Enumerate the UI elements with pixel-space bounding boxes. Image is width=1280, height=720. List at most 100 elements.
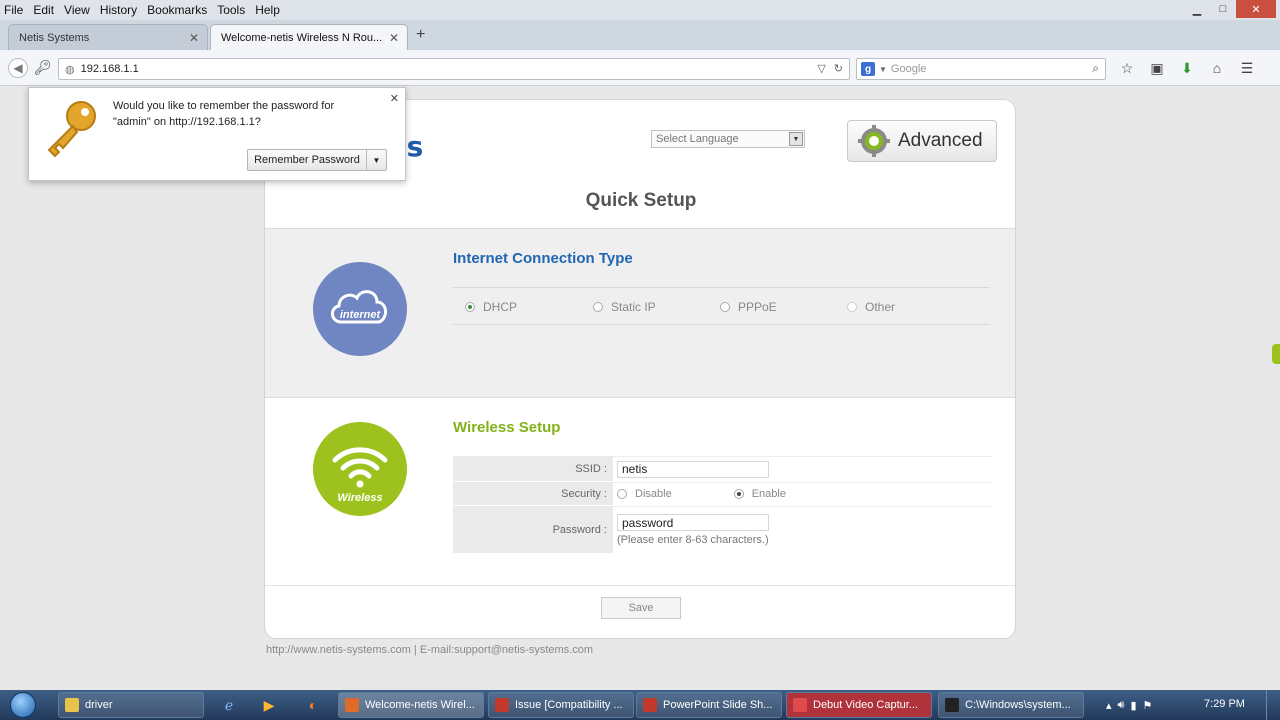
new-tab-icon[interactable]: +	[416, 26, 425, 44]
taskbar-item-cmd[interactable]: C:\Windows\system...	[938, 692, 1084, 718]
document-icon	[495, 698, 509, 712]
password-row: Password : password (Please enter 8-63 c…	[453, 506, 993, 554]
menu-file[interactable]: File	[4, 3, 23, 17]
radio-label: Other	[865, 300, 896, 314]
radio-label: Static IP	[611, 300, 656, 314]
download-icon[interactable]: ⬇	[1176, 58, 1198, 78]
tab-netis-systems[interactable]: Netis Systems ✕	[8, 24, 208, 50]
search-bar[interactable]: g ▼ Google ⌕	[856, 58, 1106, 80]
back-arrow-icon[interactable]: ◀	[8, 58, 28, 78]
minimize-icon[interactable]: ▁	[1184, 0, 1210, 18]
show-desktop-button[interactable]	[1266, 690, 1280, 720]
dropdown-icon[interactable]: ▽	[817, 62, 825, 75]
side-indicator	[1272, 344, 1280, 364]
page-title: Quick Setup	[585, 190, 697, 211]
close-tab-icon[interactable]: ✕	[389, 31, 399, 45]
flag-icon[interactable]: ⚑	[1143, 699, 1153, 712]
radio-button[interactable]	[847, 302, 857, 312]
radio-label: DHCP	[483, 300, 518, 314]
taskbar-item-driver[interactable]: driver	[58, 692, 204, 718]
taskbar-item-debut[interactable]: Debut Video Captur...	[786, 692, 932, 718]
radio-other[interactable]: Other	[847, 300, 895, 314]
close-window-icon[interactable]: ✕	[1236, 0, 1276, 18]
ssid-row: SSID : netis	[453, 456, 993, 482]
start-button[interactable]	[4, 690, 42, 720]
google-icon[interactable]: g	[861, 62, 875, 76]
taskbar-item-label: Issue [Compatibility ...	[515, 699, 623, 711]
menu-view[interactable]: View	[64, 3, 90, 17]
remember-password-button[interactable]: Remember Password ▼	[247, 149, 387, 171]
menu-help[interactable]: Help	[255, 3, 280, 17]
media-player-icon[interactable]: ▶	[258, 694, 280, 716]
key-icon[interactable]: 🔑︎	[34, 59, 52, 76]
save-button[interactable]: Save	[601, 597, 681, 619]
powerpoint-icon	[643, 698, 657, 712]
password-hint: (Please enter 8-63 characters.)	[617, 534, 769, 546]
console-icon	[945, 698, 959, 712]
menu-history[interactable]: History	[100, 3, 137, 17]
tab-welcome-netis[interactable]: Welcome-netis Wireless N Rou... ✕	[210, 24, 408, 50]
maximize-icon[interactable]: □	[1210, 0, 1236, 18]
radio-label: PPPoE	[738, 300, 777, 314]
radio-enable[interactable]	[733, 489, 744, 499]
firefox-icon[interactable]: ◐	[302, 694, 324, 716]
internet-section: internet Internet Connection Type DHCP S…	[265, 228, 1015, 398]
radio-disable[interactable]	[617, 489, 627, 499]
wireless-heading: Wireless Setup	[453, 419, 561, 436]
clipboard-icon[interactable]: ▣	[1146, 58, 1168, 78]
radio-button[interactable]	[720, 302, 730, 312]
taskbar-item-label: C:\Windows\system...	[965, 699, 1071, 711]
navigation-bar: ◀ 🔑︎ ◍ 192.168.1.1 ▽ ↻ g ▼ Google ⌕ ☆ ▣ …	[0, 50, 1280, 86]
close-tab-icon[interactable]: ✕	[189, 31, 199, 45]
radio-label: Enable	[751, 488, 786, 500]
taskbar-item-issue[interactable]: Issue [Compatibility ...	[488, 692, 634, 718]
tray-expand-icon[interactable]: ▴	[1106, 699, 1112, 712]
advanced-button[interactable]: Advanced	[847, 120, 997, 162]
wireless-icon-label: Wireless	[337, 492, 382, 504]
chevron-down-icon[interactable]: ▼	[789, 132, 803, 146]
reload-icon[interactable]: ↻	[834, 62, 843, 75]
password-label: Password :	[453, 506, 613, 553]
folder-icon	[65, 698, 79, 712]
home-icon[interactable]: ⌂	[1206, 58, 1228, 78]
bookmark-star-icon[interactable]: ☆	[1116, 58, 1138, 78]
popup-message-line: Would you like to remember the password …	[113, 100, 335, 112]
taskbar-item-label: Welcome-netis Wirel...	[365, 699, 475, 711]
menu-icon[interactable]: ☰	[1236, 58, 1258, 78]
taskbar-item-firefox[interactable]: Welcome-netis Wirel...	[338, 692, 484, 718]
ie-icon[interactable]: ℯ	[218, 694, 240, 716]
ssid-input[interactable]: netis	[617, 460, 769, 478]
volume-icon[interactable]: 🔊︎	[1118, 699, 1125, 712]
close-icon[interactable]: ✕	[390, 92, 399, 105]
radio-dhcp[interactable]: DHCP	[465, 300, 517, 314]
network-icon[interactable]: ▮	[1130, 699, 1136, 712]
menu-bar: File Edit View History Bookmarks Tools H…	[0, 0, 1280, 20]
radio-pppoe[interactable]: PPPoE	[720, 300, 777, 314]
globe-icon: ◍	[65, 63, 75, 76]
search-icon[interactable]: ⌕	[1092, 61, 1099, 76]
taskbar: driver ℯ ▶ ◐ Welcome-netis Wirel... Issu…	[0, 690, 1280, 720]
window-controls: ▁ □ ✕	[1184, 0, 1276, 18]
menu-bookmarks[interactable]: Bookmarks	[147, 3, 207, 17]
chevron-down-icon[interactable]: ▼	[366, 150, 386, 170]
radio-button[interactable]	[465, 302, 475, 312]
taskbar-item-label: PowerPoint Slide Sh...	[663, 699, 773, 711]
radio-button[interactable]	[593, 302, 603, 312]
menu-tools[interactable]: Tools	[217, 3, 245, 17]
tab-label: Welcome-netis Wireless N Rou...	[221, 31, 383, 44]
security-label: Security :	[453, 482, 613, 505]
chevron-down-icon[interactable]: ▼	[879, 65, 887, 74]
tab-label: Netis Systems	[19, 31, 90, 44]
radio-static-ip[interactable]: Static IP	[593, 300, 656, 314]
internet-icon-label: internet	[340, 309, 382, 321]
address-bar[interactable]: ◍ 192.168.1.1 ▽ ↻	[58, 58, 850, 80]
windows-orb-icon	[10, 692, 36, 718]
taskbar-item-powerpoint[interactable]: PowerPoint Slide Sh...	[636, 692, 782, 718]
password-input[interactable]: password	[617, 514, 769, 531]
wireless-section: Wireless Wireless Setup SSID : netis Sec…	[265, 400, 1015, 586]
clock[interactable]: 7:29 PM	[1204, 698, 1245, 710]
url-text: 192.168.1.1	[80, 63, 139, 75]
language-select[interactable]: Select Language ▼	[651, 130, 805, 148]
menu-edit[interactable]: Edit	[33, 3, 54, 17]
wireless-wifi-icon: Wireless	[313, 422, 407, 516]
